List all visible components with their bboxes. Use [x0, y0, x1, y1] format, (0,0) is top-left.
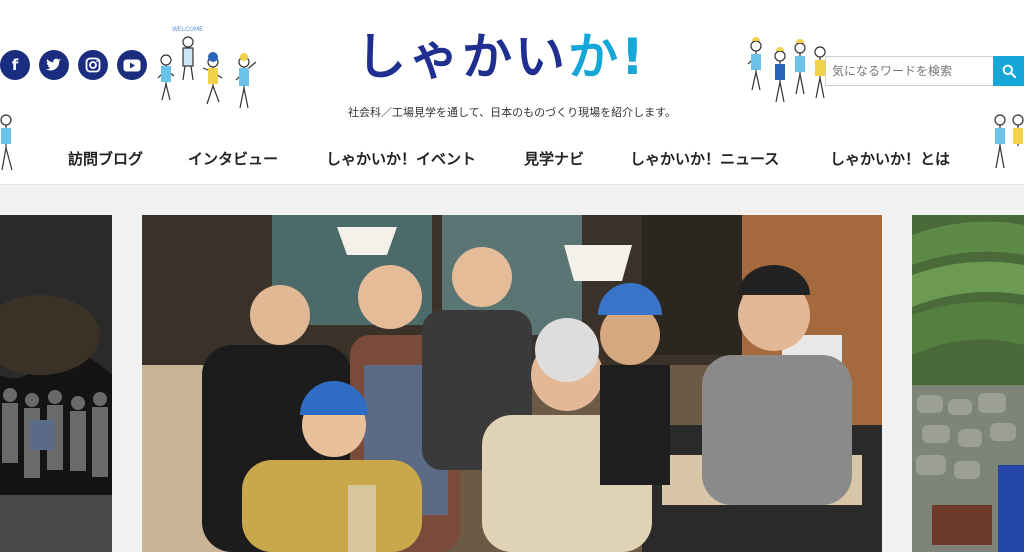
social-links: f — [0, 50, 147, 80]
youtube-icon[interactable] — [117, 50, 147, 80]
nav-item-about[interactable]: しゃかいか！とは — [830, 148, 950, 169]
carousel-slide-next[interactable] — [912, 215, 1024, 552]
nav-item-event[interactable]: しゃかいか！イベント — [326, 148, 476, 169]
nav-item-news[interactable]: しゃかいか！ニュース — [630, 148, 779, 169]
tea-field-photo — [912, 215, 1024, 552]
twitter-bird-glyph — [46, 58, 61, 71]
nav-item-interview[interactable]: インタビュー — [188, 148, 278, 169]
workers-illustration — [747, 37, 826, 103]
site-header: f WELCOME しゃかいか! 社会科／工場見学を通して、日本のものづくり現場… — [0, 0, 1024, 185]
carousel-slide-current[interactable] — [142, 215, 882, 552]
welcome-figures-illustration: WELCOME — [157, 26, 257, 109]
youtube-play-glyph — [123, 59, 141, 71]
search-bar — [825, 56, 1024, 86]
instagram-icon[interactable] — [78, 50, 108, 80]
staff-group-photo — [142, 215, 882, 552]
night-crowd-photo — [0, 215, 112, 552]
welcome-text: WELCOME — [172, 26, 203, 33]
logo-main-text: しゃかい — [356, 28, 568, 86]
nav-item-blog[interactable]: 訪問ブログ — [68, 148, 143, 169]
search-button[interactable] — [993, 56, 1024, 86]
site-logo[interactable]: しゃかいか! — [356, 26, 647, 88]
nav-item-tour-navi[interactable]: 見学ナビ — [524, 148, 584, 169]
site-tagline: 社会科／工場見学を通して、日本のものづくり現場を紹介します。 — [347, 106, 677, 119]
instagram-camera-glyph — [85, 57, 101, 73]
main-nav: 訪問ブログ インタビュー しゃかいか！イベント 見学ナビ しゃかいか！ニュース … — [0, 140, 1024, 176]
carousel-slide-prev[interactable] — [0, 215, 112, 552]
search-input[interactable] — [825, 56, 993, 86]
facebook-icon[interactable]: f — [0, 50, 30, 80]
facebook-glyph: f — [11, 56, 19, 74]
search-icon — [1002, 64, 1016, 78]
twitter-icon[interactable] — [39, 50, 69, 80]
logo-accent-text: か! — [568, 28, 647, 86]
